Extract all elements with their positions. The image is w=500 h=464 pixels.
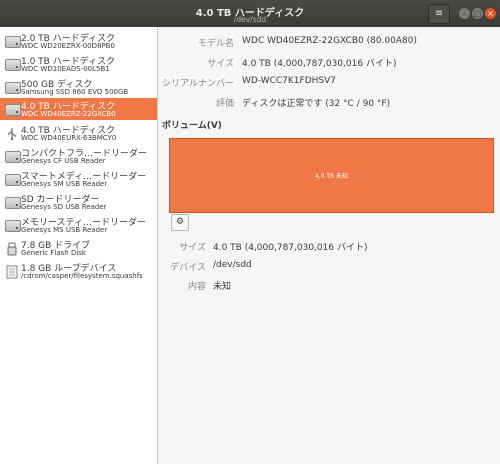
assessment-label: 評価 bbox=[215, 99, 234, 109]
maximize-icon: □ bbox=[473, 9, 482, 18]
sidebar-item-ms-reader[interactable]: メモリースティ…ードリーダー Genesys MS USB Reader bbox=[0, 214, 157, 236]
sidebar-item-flash-drive[interactable]: 7.8 GB ドライブ Generic Flash Disk bbox=[0, 237, 157, 259]
card-reader-icon bbox=[5, 195, 21, 209]
minimize-button[interactable]: – bbox=[459, 8, 470, 19]
sidebar-item-loop-device[interactable]: 1.8 GB ループデバイス /cdrom/casper/filesystem.… bbox=[0, 260, 157, 282]
card-reader-icon bbox=[5, 149, 21, 163]
sidebar-item-subtitle: Samsung SSD 860 EVO 500GB bbox=[21, 88, 129, 96]
volume-partition-label: 4.0 TB 未知 bbox=[314, 173, 349, 180]
window-titlebar: 4.0 TB ハードディスク /dev/sdd ≡ – □ × bbox=[0, 0, 500, 27]
size-label: サイズ bbox=[207, 59, 234, 69]
sidebar-item-subtitle: WDC WD40EURX-63BMCY0 bbox=[21, 134, 117, 142]
hard-disk-icon bbox=[5, 34, 21, 48]
volume-device-value: /dev/sdd bbox=[213, 260, 252, 270]
model-label: モデル名 bbox=[197, 39, 234, 49]
volume-device-label: デバイス bbox=[170, 263, 206, 273]
hard-disk-icon bbox=[5, 80, 21, 94]
sidebar-item-2tb-hdd[interactable]: 2.0 TB ハードディスク WDC WD20EZRX-00D8PB0 bbox=[0, 30, 157, 52]
card-reader-icon bbox=[5, 218, 21, 232]
hamburger-menu-icon: ≡ bbox=[434, 8, 444, 19]
volume-contents-label: 内容 bbox=[187, 282, 206, 292]
volume-size-value: 4.0 TB (4,000,787,030,016 バイト) bbox=[213, 243, 368, 253]
sidebar-item-subtitle: WDC WD20EZRX-00D8PB0 bbox=[21, 42, 115, 50]
partition-options-button[interactable]: ⚙ bbox=[171, 214, 189, 231]
sidebar-item-subtitle: Genesys SD USB Reader bbox=[21, 203, 107, 211]
serial-label: シリアルナンバー bbox=[162, 79, 234, 89]
loop-device-icon bbox=[5, 264, 19, 279]
usb-drive-icon bbox=[5, 241, 19, 256]
volume-partition-block[interactable]: 4.0 TB 未知 bbox=[169, 138, 494, 213]
card-reader-icon bbox=[5, 172, 21, 186]
gear-icon: ⚙ bbox=[175, 217, 185, 227]
hamburger-menu-button[interactable]: ≡ bbox=[428, 4, 450, 24]
usb-disk-icon bbox=[5, 126, 19, 141]
sidebar-item-subtitle: Generic Flash Disk bbox=[21, 249, 86, 257]
disk-details-panel: モデル名 WDC WD40EZRZ-22GXCB0 (80.00A80) サイズ… bbox=[158, 27, 500, 464]
sidebar-item-subtitle: WDC WD10EADS-00L5B1 bbox=[21, 65, 110, 73]
sidebar-item-4tb-usb-hdd[interactable]: 4.0 TB ハードディスク WDC WD40EURX-63BMCY0 bbox=[0, 122, 157, 144]
volume-contents-value: 未知 bbox=[213, 282, 232, 292]
volumes-heading: ボリューム(V) bbox=[162, 121, 222, 131]
sidebar-item-subtitle: Genesys MS USB Reader bbox=[21, 226, 108, 234]
sidebar-item-cf-reader[interactable]: コンパクトフラ…ードリーダー Genesys CF USB Reader bbox=[0, 145, 157, 167]
maximize-button[interactable]: □ bbox=[472, 8, 483, 19]
minimize-icon: – bbox=[462, 9, 467, 18]
sidebar-item-subtitle: WDC WD40EZRZ-22GXCB0 bbox=[21, 110, 116, 118]
sidebar-item-500gb-ssd[interactable]: 500 GB ディスク Samsung SSD 860 EVO 500GB bbox=[0, 76, 157, 98]
size-value: 4.0 TB (4,000,787,030,016 バイト) bbox=[242, 59, 397, 69]
sidebar-item-sm-reader[interactable]: スマートメディ…ードリーダー Genesys SM USB Reader bbox=[0, 168, 157, 190]
sidebar-item-sd-reader[interactable]: SD カードリーダー Genesys SD USB Reader bbox=[0, 191, 157, 213]
hard-disk-icon bbox=[5, 102, 21, 116]
device-sidebar: 2.0 TB ハードディスク WDC WD20EZRX-00D8PB0 1.0 … bbox=[0, 27, 158, 464]
sidebar-item-4tb-hdd-selected[interactable]: 4.0 TB ハードディスク WDC WD40EZRZ-22GXCB0 bbox=[0, 98, 157, 120]
hard-disk-icon bbox=[5, 57, 21, 71]
window-subtitle: /dev/sdd bbox=[233, 15, 267, 24]
sidebar-item-subtitle: Genesys SM USB Reader bbox=[21, 180, 108, 188]
close-icon: × bbox=[487, 9, 494, 18]
serial-value: WD-WCC7K1FDHSV7 bbox=[242, 76, 337, 86]
assessment-value: ディスクは正常です (32 °C / 90 °F) bbox=[242, 99, 391, 109]
close-button[interactable]: × bbox=[485, 8, 496, 19]
model-value: WDC WD40EZRZ-22GXCB0 (80.00A80) bbox=[242, 36, 417, 46]
sidebar-item-subtitle: Genesys CF USB Reader bbox=[21, 157, 106, 165]
sidebar-item-1tb-hdd[interactable]: 1.0 TB ハードディスク WDC WD10EADS-00L5B1 bbox=[0, 53, 157, 75]
volume-size-label: サイズ bbox=[179, 243, 206, 253]
sidebar-item-subtitle: /cdrom/casper/filesystem.squashfs bbox=[21, 272, 143, 280]
